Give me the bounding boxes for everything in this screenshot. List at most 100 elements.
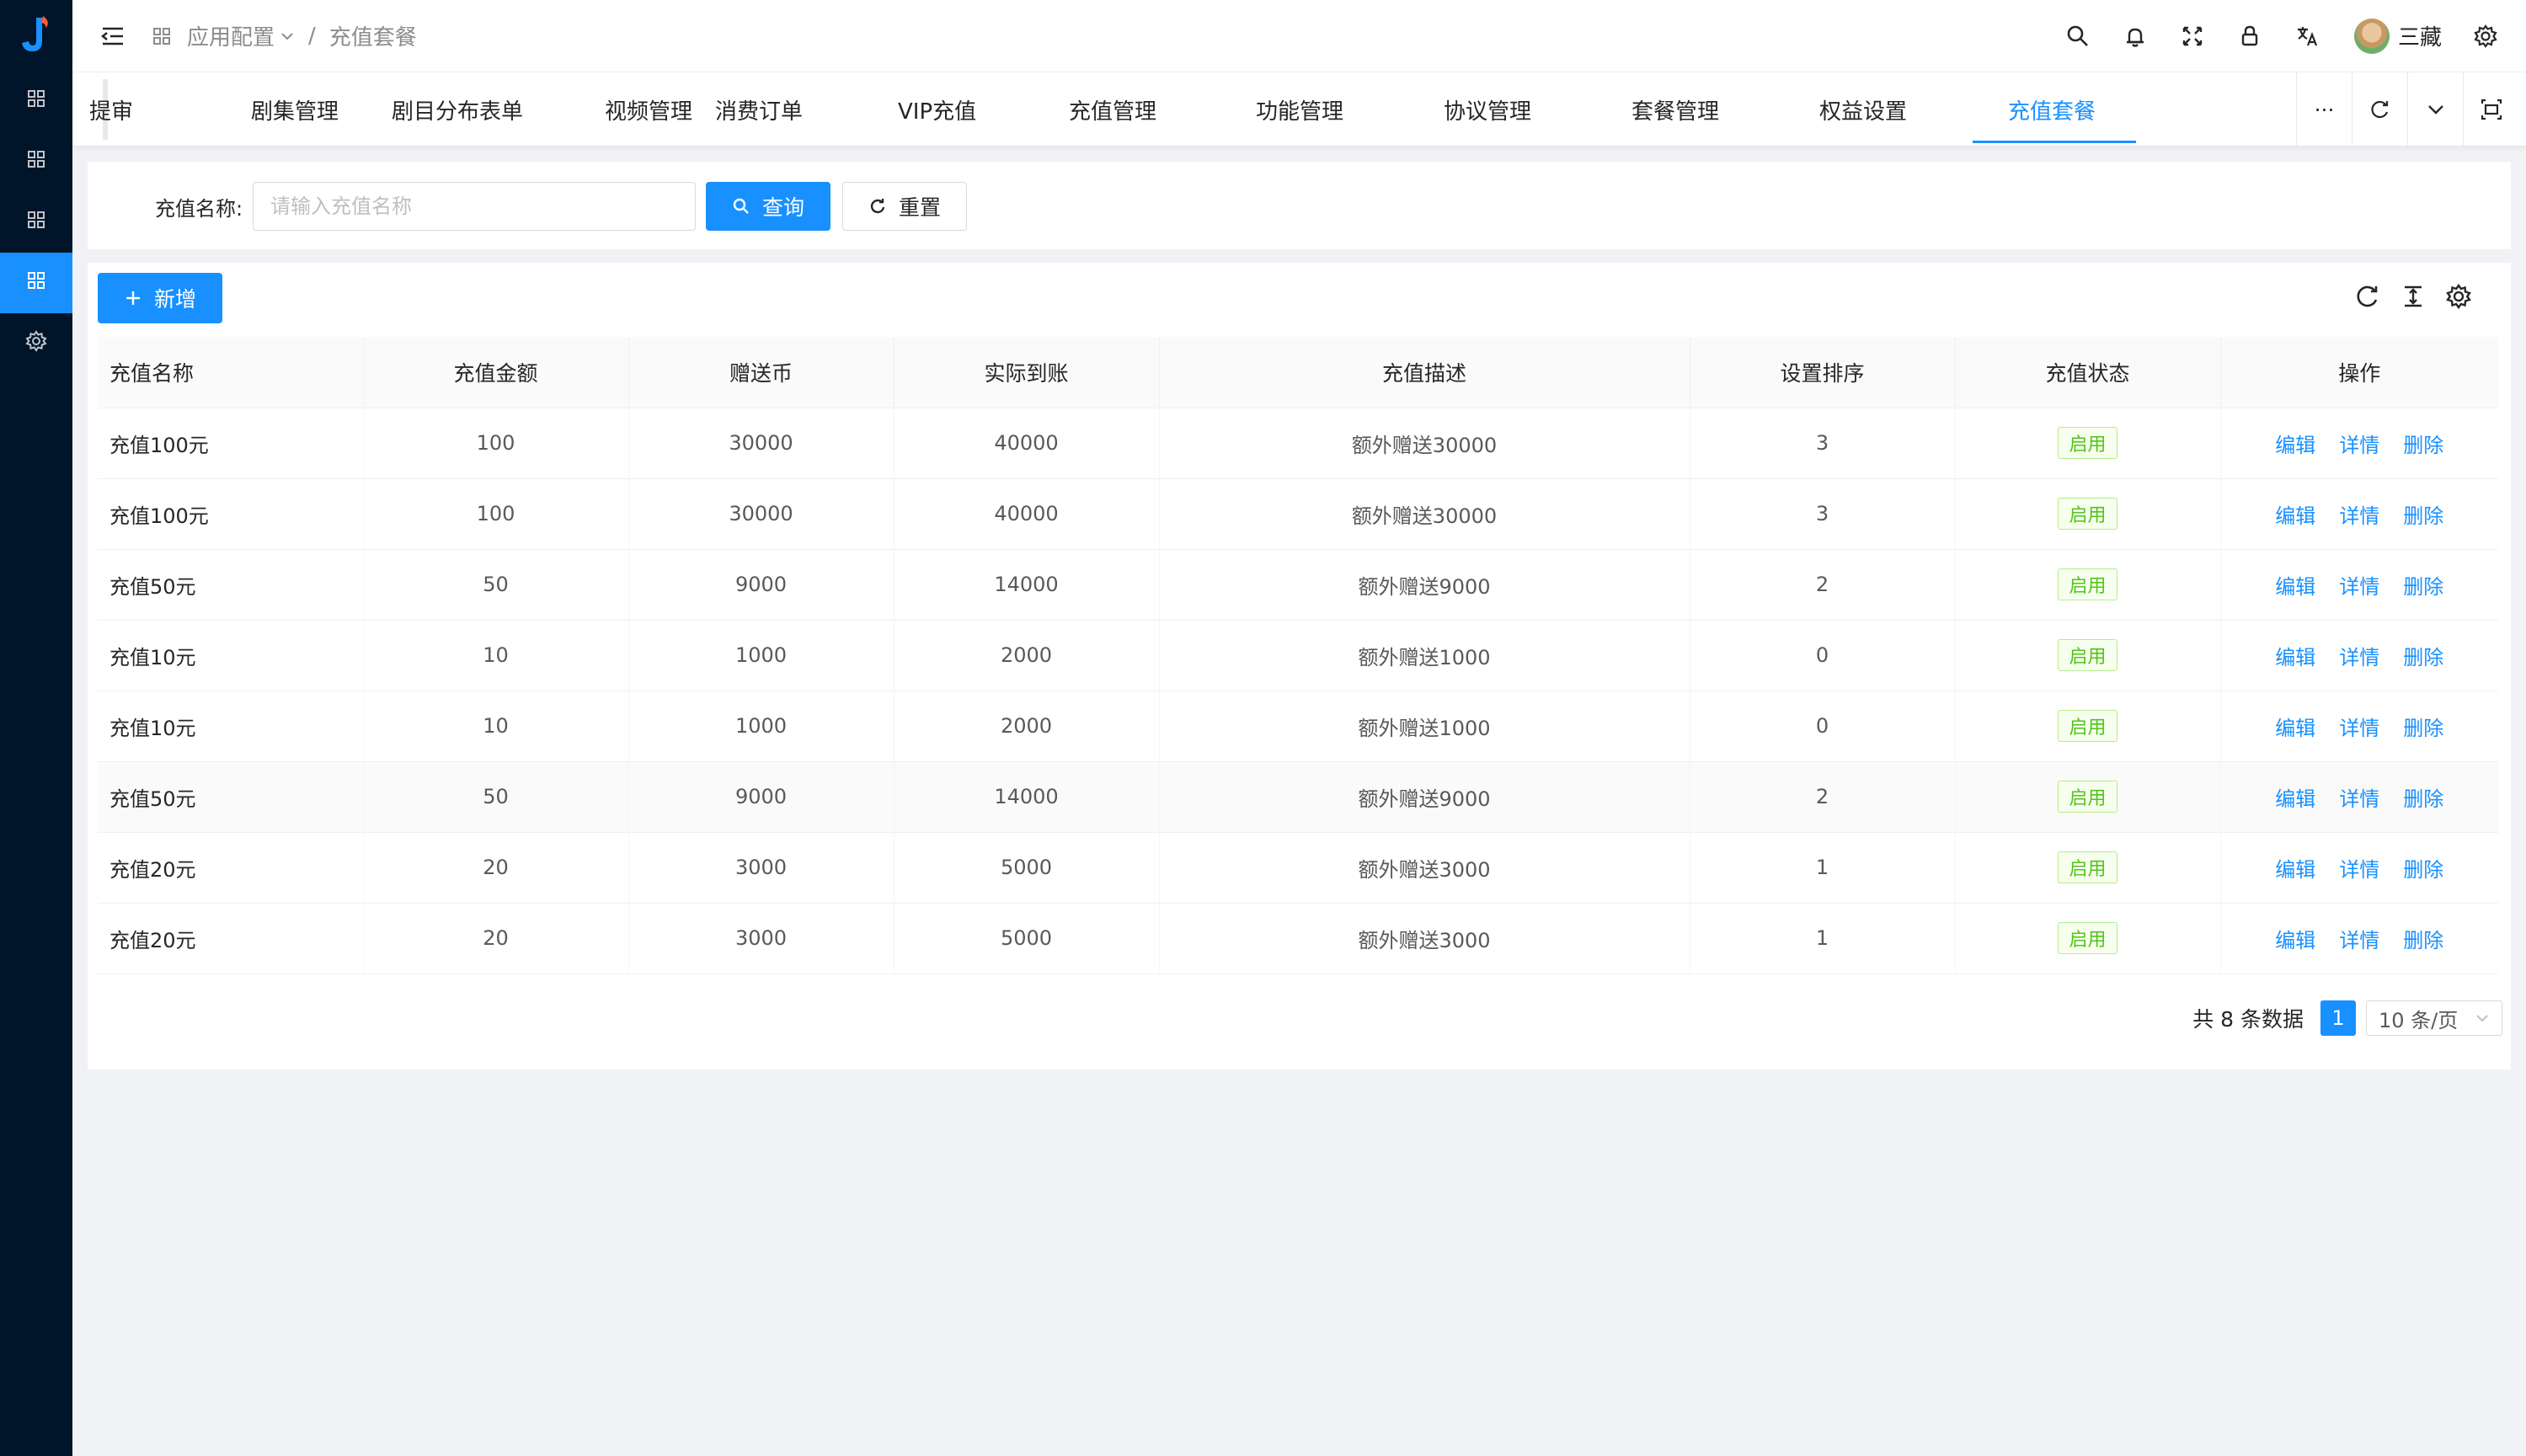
status-badge: 启用 [2058,427,2117,459]
maximize-icon [2481,99,2502,120]
lock-icon[interactable] [2236,23,2263,50]
gear-icon[interactable] [2472,23,2499,50]
delete-link[interactable]: 删除 [2403,929,2443,952]
edit-link[interactable]: 编辑 [2275,717,2315,740]
search-form: 充值名称: 查询 重置 [88,162,2511,249]
tab-2[interactable]: 剧集管理 [251,72,339,147]
top-header: 应用配置 / 充值套餐 三藏 [72,0,2526,72]
tab-8[interactable]: 功能管理 [1256,72,1343,147]
detail-link[interactable]: 详情 [2339,858,2379,882]
detail-link[interactable]: 详情 [2339,787,2379,811]
query-button[interactable]: 查询 [706,182,830,231]
delete-link[interactable]: 删除 [2403,504,2443,528]
tab-5[interactable]: 消费订单 [715,72,803,147]
tab-7[interactable]: 充值管理 [1069,72,1156,147]
bell-icon[interactable] [2122,23,2149,50]
chevron-down-icon[interactable] [280,29,295,44]
edit-link[interactable]: 编辑 [2275,858,2315,882]
edit-link[interactable]: 编辑 [2275,434,2315,457]
tab-11[interactable]: 权益设置 [1819,72,1907,147]
gear-icon[interactable] [2445,283,2472,310]
refresh-icon[interactable] [2354,283,2381,310]
reset-button[interactable]: 重置 [842,182,967,231]
tab-dropdown-button[interactable] [2407,72,2463,147]
search-icon[interactable] [2064,23,2091,50]
cell-name: 充值20元 [98,832,363,904]
tab-9[interactable]: 协议管理 [1444,72,1531,147]
cell-actions: 编辑 详情 删除 [2219,408,2498,479]
tab-12[interactable]: 充值套餐 [1972,72,2137,147]
delete-link[interactable]: 删除 [2403,858,2443,882]
tab-3[interactable]: 剧目分布表单 [392,72,523,147]
tab-label: 消费订单 [715,99,804,125]
detail-link[interactable]: 详情 [2339,504,2379,528]
detail-link[interactable]: 详情 [2339,929,2379,952]
page-size-select[interactable]: 10 条/页 [2366,1000,2502,1036]
add-button[interactable]: 新增 [98,273,222,323]
detail-link[interactable]: 详情 [2339,434,2379,457]
username[interactable]: 三藏 [2398,20,2442,51]
column-header-amount[interactable]: 充值金额 [362,337,628,408]
tab-more-button[interactable]: ··· [2296,72,2352,147]
cell-name: 充值50元 [98,549,363,621]
cell-sort: 0 [1689,691,1955,762]
cell-sort: 1 [1689,832,1955,904]
cell-amount: 20 [362,903,628,974]
column-header-description[interactable]: 充值描述 [1158,337,1690,408]
tab-1[interactable]: 提审 [89,72,133,147]
edit-link[interactable]: 编辑 [2275,787,2315,811]
table-row: 充值100元 100 30000 40000 额外赠送30000 3 启用 编辑 详情 删除 [98,478,2498,550]
more-icon: ··· [2314,97,2335,122]
tab-6[interactable]: VIP充值 [898,72,976,147]
delete-link[interactable]: 删除 [2403,646,2443,669]
column-height-icon[interactable] [2400,283,2427,310]
edit-link[interactable]: 编辑 [2275,575,2315,599]
avatar[interactable] [2353,18,2390,54]
translate-icon[interactable] [2294,23,2320,50]
column-header-status[interactable]: 充值状态 [1954,337,2220,408]
cell-bonus: 3000 [627,832,894,904]
cell-actual: 40000 [893,408,1159,479]
sidebar-item-4[interactable] [0,253,72,313]
status-badge: 启用 [2058,498,2117,530]
cell-status: 启用 [1954,761,2220,833]
edit-link[interactable]: 编辑 [2275,646,2315,669]
fullscreen-icon[interactable] [2179,23,2206,50]
cell-status: 启用 [1954,903,2220,974]
sidebar-item-5[interactable] [0,313,72,374]
detail-link[interactable]: 详情 [2339,646,2379,669]
delete-link[interactable]: 删除 [2403,787,2443,811]
page-number-button[interactable]: 1 [2320,1000,2356,1036]
reset-button-label: 重置 [898,195,941,220]
delete-link[interactable]: 删除 [2403,717,2443,740]
delete-link[interactable]: 删除 [2403,434,2443,457]
tab-10[interactable]: 套餐管理 [1631,72,1719,147]
column-header-sort[interactable]: 设置排序 [1689,337,1955,408]
column-header-bonus[interactable]: 赠送币 [627,337,894,408]
edit-link[interactable]: 编辑 [2275,929,2315,952]
sidebar-item-2[interactable] [0,131,72,192]
delete-link[interactable]: 删除 [2403,575,2443,599]
cell-amount: 100 [362,478,628,550]
reset-icon [870,199,885,214]
sidebar-item-3[interactable] [0,192,72,253]
edit-link[interactable]: 编辑 [2275,504,2315,528]
tab-refresh-button[interactable] [2352,72,2407,147]
tab-4[interactable]: 视频管理 [605,72,692,147]
status-badge: 启用 [2058,639,2117,671]
breadcrumb-parent[interactable]: 应用配置 [187,20,275,51]
detail-link[interactable]: 详情 [2339,575,2379,599]
status-badge: 启用 [2058,710,2117,742]
tab-maximize-button[interactable] [2463,72,2518,147]
column-header-actual[interactable]: 实际到账 [893,337,1159,408]
sidebar-item-1[interactable] [0,71,72,131]
app-logo[interactable] [0,0,72,71]
column-header-name[interactable]: 充值名称 [98,337,363,408]
cell-actions: 编辑 详情 删除 [2219,478,2498,550]
detail-link[interactable]: 详情 [2339,717,2379,740]
chevron-down-icon [2476,1015,2488,1022]
menu-fold-icon[interactable] [99,23,126,50]
recharge-name-input[interactable] [253,182,696,231]
grid-icon [25,269,47,296]
plus-icon [125,291,140,305]
